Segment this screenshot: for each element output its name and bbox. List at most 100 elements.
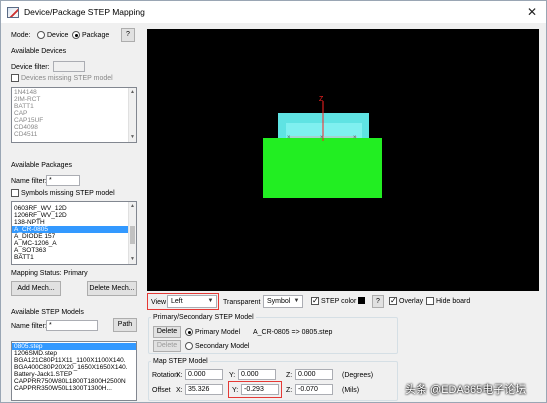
list-item[interactable]: CAPPRR350W50L1300T1300H... (12, 385, 136, 392)
secondary-model-radio[interactable] (185, 342, 193, 350)
mapping-text: A_CR-0805 => 0805.step (253, 329, 333, 336)
list-item[interactable]: 2IM-RCT (12, 96, 136, 103)
symbols-missing-label: Symbols missing STEP model (21, 190, 115, 197)
path-button[interactable]: Path (113, 318, 137, 332)
list-item[interactable]: BGA400C80P20X20_1650X1650X140. (12, 364, 136, 371)
offset-z-label: Z: (286, 387, 293, 394)
window-title: Device/Package STEP Mapping (24, 7, 145, 17)
scroll-up-icon[interactable]: ▲ (129, 203, 136, 210)
list-item[interactable]: BATT1 (12, 103, 136, 110)
devices-missing-checkbox[interactable] (11, 74, 19, 82)
list-item[interactable]: A_MC-1206_A (12, 240, 136, 247)
mapping-status: Mapping Status: Primary (11, 270, 88, 277)
offset-y-highlight-box (228, 381, 282, 398)
transparent-label: Transparent (223, 299, 261, 306)
rotation-x-input[interactable]: 0.000 (185, 369, 223, 380)
transparent-select[interactable]: Symbol ▼ (263, 295, 303, 308)
app-icon (7, 6, 19, 18)
pad-shape (263, 138, 382, 198)
rotation-z-label: Z: (286, 372, 293, 379)
step-models-title: Available STEP Models (11, 309, 84, 316)
help-button[interactable]: ? (372, 295, 384, 308)
model-preview: Z × × × (263, 96, 382, 198)
devices-title: Available Devices (11, 48, 67, 55)
title-bar: Device/Package STEP Mapping ✕ (1, 1, 546, 23)
list-item[interactable]: CAP15UF (12, 117, 136, 124)
devices-list[interactable]: 1N4148 2IM-RCT BATT1 CAP CAP15UF CD4098 CD4511… (11, 87, 137, 143)
packages-scrollbar[interactable]: ▲ ▼ (128, 202, 136, 264)
delete-mech-button[interactable]: Delete Mech... (87, 281, 137, 296)
list-item[interactable]: 1206SMD.step (12, 350, 136, 357)
package-filter-label: Name filter: (11, 178, 47, 185)
hide-board-checkbox[interactable] (426, 297, 434, 305)
scroll-down-icon[interactable]: ▼ (129, 134, 136, 141)
model-viewport[interactable]: Z × × × (147, 29, 539, 291)
rotation-y-label: Y: (229, 372, 236, 379)
z-axis-label: Z (319, 96, 324, 103)
list-item[interactable]: Battery-Jack1.STEP (12, 371, 136, 378)
x-marker: × (320, 135, 324, 141)
offset-z-input[interactable]: -0.070 (295, 384, 333, 395)
rotation-x-label: X: (176, 372, 183, 379)
step-filter-label: Name filter: (11, 323, 47, 330)
chevron-down-icon[interactable]: ▼ (292, 297, 301, 306)
list-item[interactable]: CD4098 (12, 124, 136, 131)
list-item[interactable]: BGA121C80P11X11_1100X1100X140. (12, 357, 136, 364)
list-item[interactable]: BATT1 (12, 254, 136, 261)
scroll-up-icon[interactable]: ▲ (129, 89, 136, 96)
primary-model-radio[interactable] (185, 328, 193, 336)
transparent-value: Symbol (267, 298, 291, 305)
hide-board-label: Hide board (436, 298, 471, 305)
secondary-model-label: Secondary Model (195, 343, 250, 350)
list-item[interactable]: 0603RF_WV_12D (12, 205, 136, 212)
step-models-list[interactable]: 0805.step 1206SMD.step BGA121C80P11X11_110… (11, 341, 137, 401)
devices-scrollbar[interactable]: ▲ ▼ (128, 88, 136, 142)
list-item[interactable]: A_CR-0805 (12, 226, 136, 233)
devices-missing-label: Devices missing STEP model (21, 75, 113, 82)
list-item[interactable]: 0805.step (12, 343, 136, 350)
rotation-y-input[interactable]: 0.000 (238, 369, 276, 380)
overlay-checkbox[interactable] (389, 296, 397, 305)
symbols-missing-checkbox[interactable] (11, 189, 19, 197)
offset-x-input[interactable]: 35.326 (185, 384, 223, 395)
step-filter-input[interactable]: * (46, 320, 98, 331)
list-item[interactable]: CAP (12, 110, 136, 117)
rotation-z-input[interactable]: 0.000 (295, 369, 333, 380)
device-filter-input[interactable] (53, 61, 85, 72)
mode-package-radio[interactable] (72, 31, 80, 39)
degrees-label: (Degrees) (342, 372, 374, 379)
package-filter-input[interactable]: * (46, 175, 80, 186)
mode-device-radio[interactable] (37, 31, 45, 39)
list-item[interactable]: 1N4148 (12, 89, 136, 96)
mode-label: Mode: (11, 32, 31, 39)
step-color-label: STEP color (321, 298, 357, 305)
watermark-text: 头条 @EDA365电子论坛 (405, 384, 527, 396)
list-item[interactable]: 1206RF_WV_12D (12, 212, 136, 219)
step-color-swatch[interactable] (358, 297, 365, 304)
packages-list[interactable]: 0603RF_WV_12D 1206RF_WV_12D 138-NPTH A_CR-0… (11, 201, 137, 265)
delete-primary-button[interactable]: Delete (153, 326, 181, 338)
primary-group-title: Primary/Secondary STEP Model (151, 313, 256, 322)
close-icon[interactable]: ✕ (525, 5, 539, 19)
delete-secondary-button[interactable]: Delete (153, 340, 181, 352)
overlay-label: Overlay (399, 298, 424, 305)
packages-title: Available Packages (11, 162, 72, 169)
rotation-label: Rotation (152, 372, 179, 379)
view-highlight-box (147, 293, 219, 310)
scroll-down-icon[interactable]: ▼ (129, 256, 136, 263)
list-item[interactable]: A_SOT363 (12, 247, 136, 254)
list-item[interactable]: CD4511 (12, 131, 136, 138)
add-mech-button[interactable]: Add Mech... (11, 281, 61, 296)
help-button[interactable]: ? (121, 28, 135, 42)
offset-label: Offset (152, 387, 171, 394)
step-color-checkbox[interactable] (311, 296, 319, 305)
list-item[interactable]: 138-NPTH (12, 219, 136, 226)
primary-model-label: Primary Model (195, 329, 241, 336)
mode-package-label: Package (82, 32, 110, 39)
mode-device-label: Device (47, 32, 69, 39)
list-item[interactable]: CAPPRR750W80L1800T1800H2500N (12, 378, 136, 385)
list-item[interactable]: A_DIODE 157 (12, 233, 136, 240)
scroll-thumb[interactable] (130, 226, 135, 244)
map-group-title: Map STEP Model (151, 357, 210, 366)
mils-label: (Mils) (342, 387, 360, 394)
